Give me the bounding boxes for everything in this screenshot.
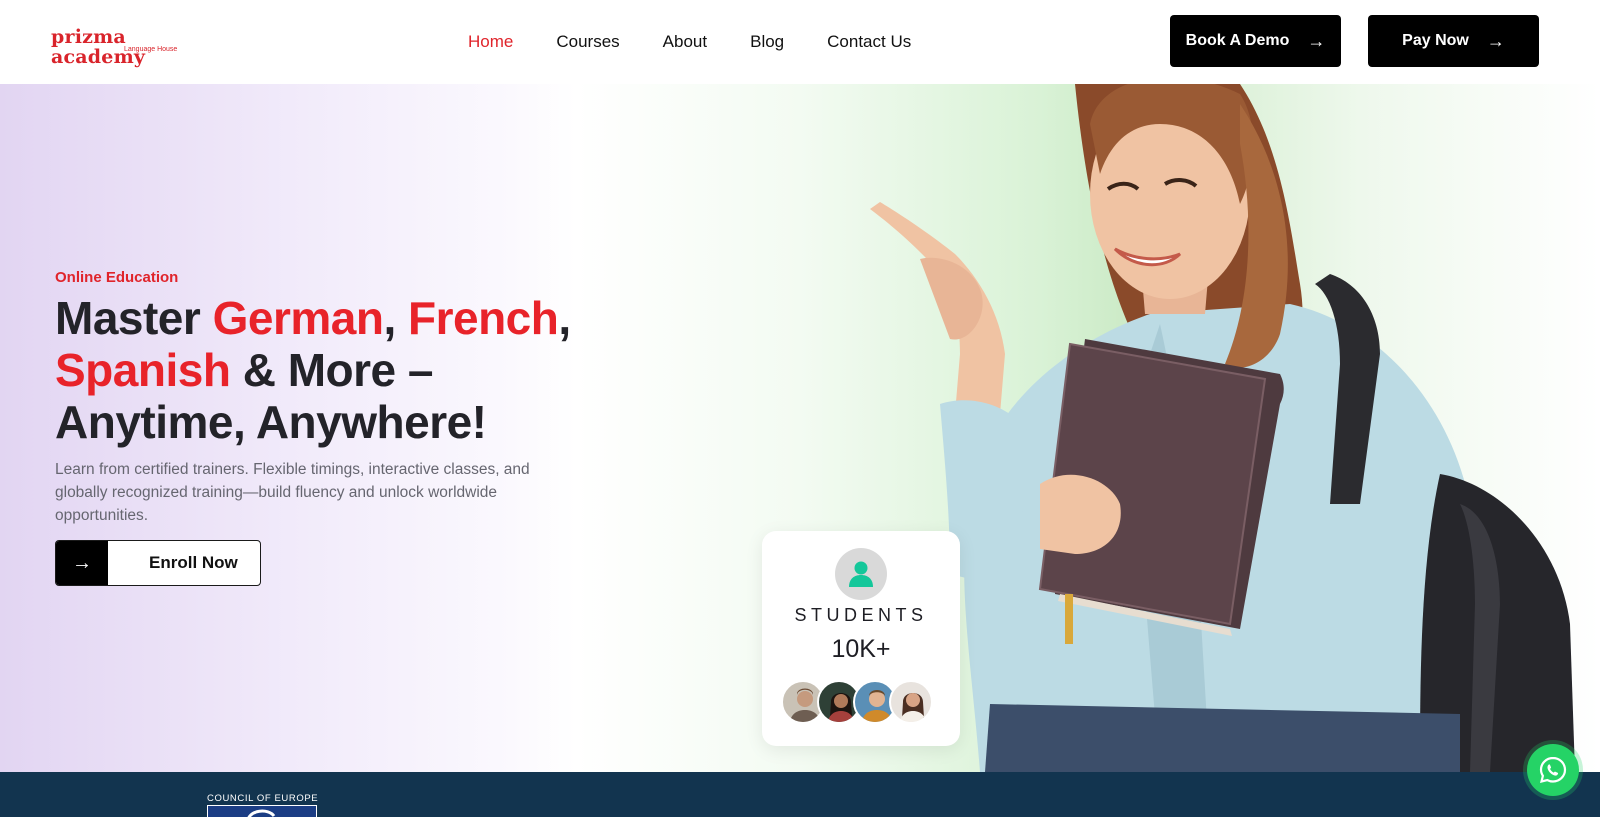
brand-logo[interactable]: prizma academy Language House <box>51 27 201 67</box>
enroll-now-button[interactable]: → Enroll Now <box>55 540 261 586</box>
headline-lang-german: German <box>212 292 384 344</box>
students-label: STUDENTS <box>794 605 928 625</box>
students-stat-card: STUDENTS 10K+ <box>762 531 960 746</box>
site-header: prizma academy Language House Home Cours… <box>0 0 1600 84</box>
headline-lang-spanish: Spanish <box>55 344 231 396</box>
headline-part3: Anytime, Anywhere! <box>55 396 487 448</box>
nav-about[interactable]: About <box>663 31 707 53</box>
nav-courses[interactable]: Courses <box>556 31 619 53</box>
arrow-right-icon: → <box>56 541 108 585</box>
user-icon <box>835 548 887 600</box>
student-avatars <box>781 680 941 724</box>
headline-sep2: , <box>558 292 571 344</box>
headline-sep1: , <box>383 292 408 344</box>
book-demo-button[interactable]: Book A Demo → <box>1170 15 1341 67</box>
nav-contact-us[interactable]: Contact Us <box>827 31 911 53</box>
headline-lang-french: French <box>408 292 559 344</box>
partners-band: COUNCIL OF EUROPE <box>0 772 1600 817</box>
book-demo-label: Book A Demo <box>1185 32 1290 49</box>
logo-tagline: Language House <box>124 46 178 53</box>
pay-now-button[interactable]: Pay Now → <box>1368 15 1539 67</box>
hero-eyebrow: Online Education <box>55 269 179 286</box>
hero-subtext: Learn from certified trainers. Flexible … <box>55 461 530 524</box>
hero-section: Online Education Master German, French, … <box>0 84 1600 772</box>
pay-now-label: Pay Now <box>1402 32 1469 49</box>
nav-blog[interactable]: Blog <box>750 31 784 53</box>
council-of-europe-logo <box>207 805 317 817</box>
arrow-right-icon: → <box>1307 30 1326 51</box>
headline-part2: & More – <box>230 344 434 396</box>
hero-headline: Master German, French, Spanish & More – … <box>55 292 615 448</box>
arrow-right-icon: → <box>1486 30 1505 51</box>
nav-home[interactable]: Home <box>468 31 513 53</box>
students-count: 10K+ <box>831 635 891 663</box>
enroll-now-label: Enroll Now <box>149 553 238 572</box>
hero-woman-image <box>870 84 1575 772</box>
whatsapp-icon <box>1539 756 1567 783</box>
whatsapp-chat-button[interactable] <box>1527 744 1579 796</box>
main-nav: Home Courses About Blog Contact Us <box>468 31 954 53</box>
council-of-europe-text: COUNCIL OF EUROPE <box>207 793 319 804</box>
student-avatar <box>889 680 933 724</box>
headline-part1: Master <box>55 292 213 344</box>
